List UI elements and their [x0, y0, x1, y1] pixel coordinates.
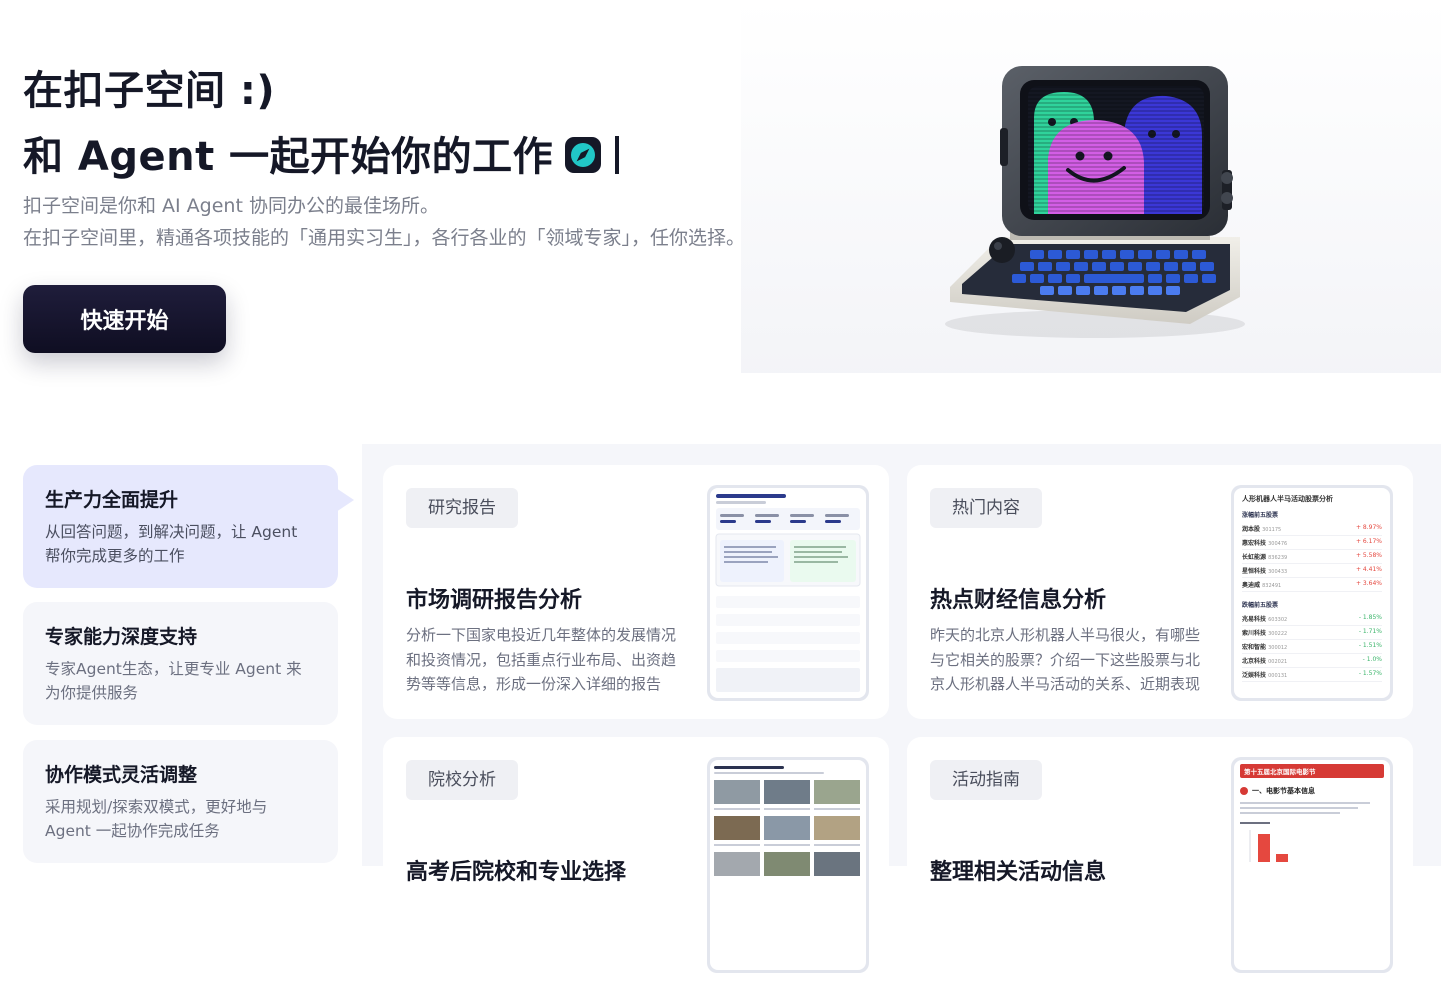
thumb-down-list: 兆易科技 603302 - 1.85% 索川科技 300222 - 1.71% 宏和智能… [1242, 612, 1382, 682]
stock-name: 奥迪威 832491 [1242, 582, 1282, 589]
stock-name: 泛娱科技 000131 [1242, 672, 1288, 679]
stock-code: 002021 [1268, 659, 1288, 665]
feature-tab-collaboration[interactable]: 协作模式灵活调整 采用规划/探索双模式，更好地与 Agent 一起协作完成任务 [23, 740, 338, 863]
card-tag: 研究报告 [406, 488, 518, 528]
card-desc: 昨天的北京人形机器人半马很火，有哪些与它相关的股票？介绍一下这些股票与北京人形机… [930, 626, 1201, 693]
stock-code: 300222 [1268, 631, 1288, 637]
stock-change: + 4.41% [1356, 566, 1382, 573]
stock-name: 宏和智能 300012 [1242, 644, 1288, 651]
hero-title-line1: 在扣子空间 :) [23, 68, 276, 114]
hero-title-line2: 和 Agent 一起开始你的工作 [23, 124, 620, 182]
thumb-down-title: 跌幅前五股票 [1242, 602, 1279, 609]
thumb-up-list: 润本股 301175 + 8.97% 惠宏科技 300476 + 6.17% 长虹能源 … [1242, 522, 1382, 592]
case-card-finance-news[interactable]: 热门内容 热点财经信息分析 昨天的北京人形机器人半马很火，有哪些与它相关的股票？… [907, 465, 1413, 719]
card-title: 热点财经信息分析 [930, 588, 1107, 613]
stock-code: 832491 [1262, 583, 1282, 589]
text-cursor [615, 136, 620, 174]
stock-code: 000131 [1268, 673, 1288, 679]
stock-code: 603302 [1268, 617, 1288, 623]
thumb-banner: 第十五届北京国际电影节 [1240, 764, 1384, 778]
thumb-section: 一、电影节基本信息 [1240, 786, 1384, 796]
stock-row: 兆易科技 603302 - 1.85% [1242, 612, 1382, 626]
stock-name: 星恒科技 300433 [1242, 568, 1288, 575]
film-festival-thumbnail: 第十五届北京国际电影节 一、电影节基本信息 [1231, 757, 1393, 973]
active-tab-pointer [336, 488, 354, 512]
college-thumbnail [707, 757, 869, 973]
stock-name: 北京科技 002021 [1242, 658, 1288, 665]
stock-code: 300476 [1268, 541, 1288, 547]
thumb-section-text: 一、电影节基本信息 [1252, 787, 1315, 795]
quick-start-button[interactable]: 快速开始 [23, 285, 226, 353]
hero-section: 在扣子空间 :) 和 Agent 一起开始你的工作 扣子空间是你和 AI Age… [0, 0, 1441, 373]
stock-code: 301175 [1262, 527, 1282, 533]
compass-icon [563, 135, 603, 175]
stock-row: 索川科技 300222 - 1.71% [1242, 626, 1382, 640]
stock-change: - 1.51% [1358, 642, 1382, 649]
thumb-title: 人形机器人半马活动股票分析 [1242, 495, 1333, 503]
case-card-event-guide[interactable]: 活动指南 整理相关活动信息 第十五届北京国际电影节 一、电影节基本信息 [907, 737, 1413, 991]
stock-change: + 8.97% [1356, 524, 1382, 531]
card-desc: 分析一下国家电投近几年整体的发展情况和投资情况，包括重点行业布局、出资趋势等等信… [406, 626, 677, 693]
hero-subtitle-line2: 在扣子空间里，精通各项技能的「通用实习生」，各行各业的「领域专家」，任你选择。 [23, 227, 746, 249]
card-title: 市场调研报告分析 [406, 588, 583, 613]
feature-tab-productivity[interactable]: 生产力全面提升 从回答问题，到解决问题，让 Agent 帮你完成更多的工作 [23, 465, 338, 588]
feature-desc: 专家Agent生态，让更专业 Agent 来为你提供服务 [45, 660, 302, 702]
feature-title: 协作模式灵活调整 [45, 764, 198, 786]
stock-change: - 1.0% [1362, 656, 1382, 663]
stock-row: 长虹能源 836239 + 5.58% [1242, 550, 1382, 564]
stock-change: + 5.58% [1356, 552, 1382, 559]
stock-row: 北京科技 002021 - 1.0% [1242, 654, 1382, 668]
card-title: 整理相关活动信息 [930, 860, 1107, 885]
hero-subtitle-line1: 扣子空间是你和 AI Agent 协同办公的最佳场所。 [23, 195, 439, 217]
case-card-college[interactable]: 院校分析 高考后院校和专业选择 [383, 737, 889, 991]
stock-analysis-thumbnail: 人形机器人半马活动股票分析 涨幅前五股票 润本股 301175 + 8.97% 惠宏… [1231, 485, 1393, 701]
card-tag: 活动指南 [930, 760, 1042, 800]
calendar-icon [1240, 787, 1248, 795]
thumb-up-title: 涨幅前五股票 [1242, 512, 1279, 519]
card-title: 高考后院校和专业选择 [406, 860, 627, 885]
stock-name: 润本股 301175 [1242, 526, 1282, 533]
feature-title: 专家能力深度支持 [45, 626, 198, 648]
report-thumbnail [707, 485, 869, 701]
stock-code: 300012 [1268, 645, 1288, 651]
stock-row: 奥迪威 832491 + 3.64% [1242, 578, 1382, 592]
stock-name: 长虹能源 836239 [1242, 554, 1288, 561]
stock-row: 泛娱科技 000131 - 1.57% [1242, 668, 1382, 682]
feature-desc: 从回答问题，到解决问题，让 Agent 帮你完成更多的工作 [45, 523, 298, 565]
stock-change: - 1.57% [1358, 670, 1382, 677]
stock-code: 836239 [1268, 555, 1288, 561]
hero-title-line2-text: 和 Agent 一起开始你的工作 [23, 134, 554, 180]
feature-desc: 采用规划/探索双模式，更好地与 Agent 一起协作完成任务 [45, 798, 268, 840]
card-tag: 院校分析 [406, 760, 518, 800]
card-tag: 热门内容 [930, 488, 1042, 528]
case-card-market-research[interactable]: 研究报告 市场调研报告分析 分析一下国家电投近几年整体的发展情况和投资情况，包括… [383, 465, 889, 719]
retro-computer-illustration [940, 62, 1250, 342]
stock-change: - 1.85% [1358, 614, 1382, 621]
stock-name: 兆易科技 603302 [1242, 616, 1288, 623]
stock-change: + 6.17% [1356, 538, 1382, 545]
stock-name: 索川科技 300222 [1242, 630, 1288, 637]
feature-title: 生产力全面提升 [45, 489, 179, 511]
stock-row: 星恒科技 300433 + 4.41% [1242, 564, 1382, 578]
stock-row: 润本股 301175 + 8.97% [1242, 522, 1382, 536]
stock-change: - 1.71% [1358, 628, 1382, 635]
stock-row: 宏和智能 300012 - 1.51% [1242, 640, 1382, 654]
stock-row: 惠宏科技 300476 + 6.17% [1242, 536, 1382, 550]
stock-change: + 3.64% [1356, 580, 1382, 587]
feature-tab-expert[interactable]: 专家能力深度支持 专家Agent生态，让更专业 Agent 来为你提供服务 [23, 602, 338, 725]
stock-name: 惠宏科技 300476 [1242, 540, 1288, 547]
stock-code: 300433 [1268, 569, 1288, 575]
